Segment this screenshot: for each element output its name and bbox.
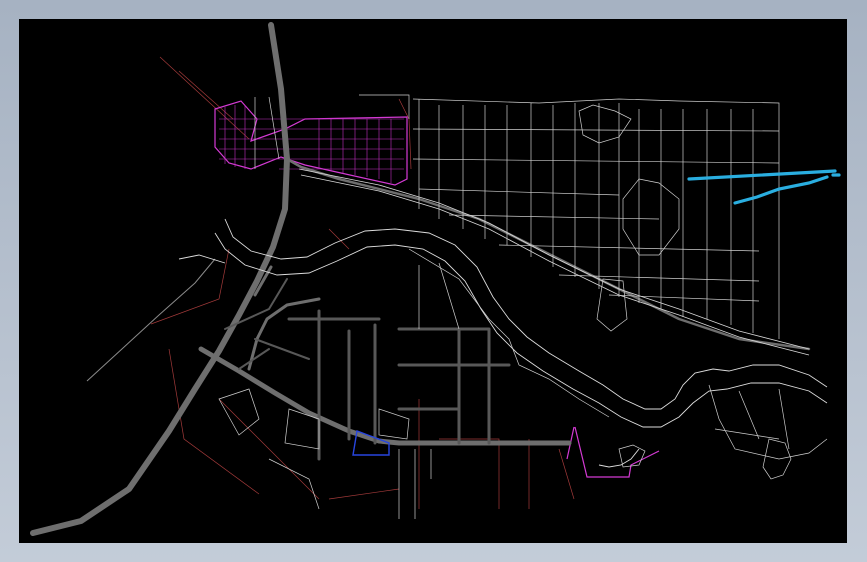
- river: [178, 218, 828, 468]
- local-streets: [86, 258, 511, 461]
- cad-map-viewport[interactable]: [19, 19, 847, 543]
- water-features: [687, 169, 841, 205]
- parcels-south: [218, 248, 828, 519]
- map-drawing: [30, 22, 841, 536]
- parcels-north-east: [254, 94, 780, 339]
